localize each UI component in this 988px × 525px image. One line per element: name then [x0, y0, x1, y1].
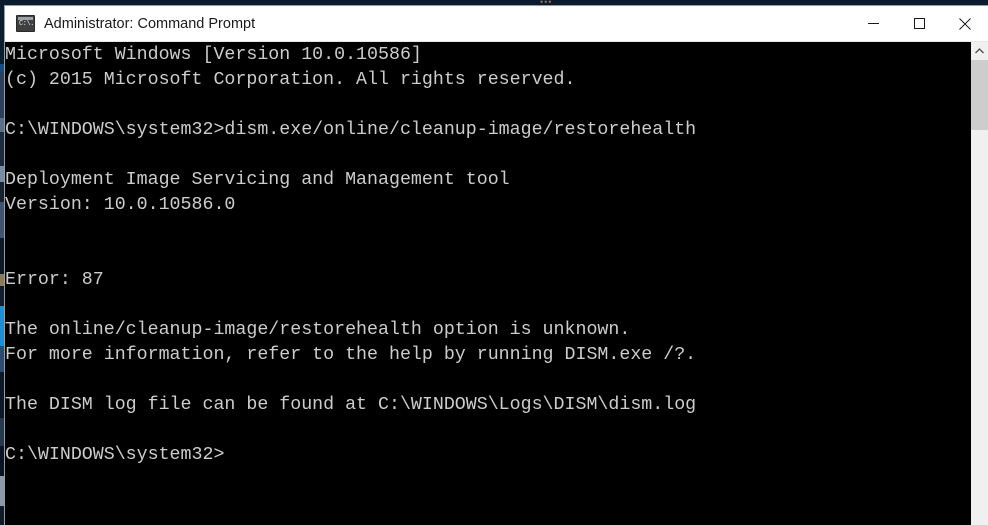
- scroll-track[interactable]: [971, 130, 988, 525]
- window-controls: [850, 6, 988, 41]
- maximize-button[interactable]: [896, 6, 942, 41]
- command-prompt-icon[interactable]: C:\.: [16, 15, 35, 32]
- close-button[interactable]: [942, 6, 988, 41]
- terminal-text: Microsoft Windows [Version 10.0.10586] (…: [5, 45, 697, 465]
- scroll-thumb[interactable]: [971, 60, 988, 130]
- title-bar[interactable]: C:\. Administrator: Command Prompt: [5, 6, 988, 42]
- title-bar-left: C:\. Administrator: Command Prompt: [5, 15, 850, 32]
- scroll-up-button[interactable]: [971, 42, 988, 59]
- close-icon: [959, 17, 971, 30]
- scroll-up-arrow-icon: [975, 47, 984, 53]
- minimize-icon: [867, 23, 879, 24]
- window-title: Administrator: Command Prompt: [44, 15, 256, 32]
- command-prompt-window[interactable]: C:\. Administrator: Command Prompt Micro…: [5, 6, 988, 525]
- minimize-button[interactable]: [850, 6, 896, 41]
- maximize-icon: [913, 18, 925, 29]
- command-prompt-icon-glyph: C:\.: [19, 20, 33, 28]
- terminal-scrollbar[interactable]: [970, 42, 988, 525]
- terminal-output-area[interactable]: Microsoft Windows [Version 10.0.10586] (…: [5, 42, 988, 525]
